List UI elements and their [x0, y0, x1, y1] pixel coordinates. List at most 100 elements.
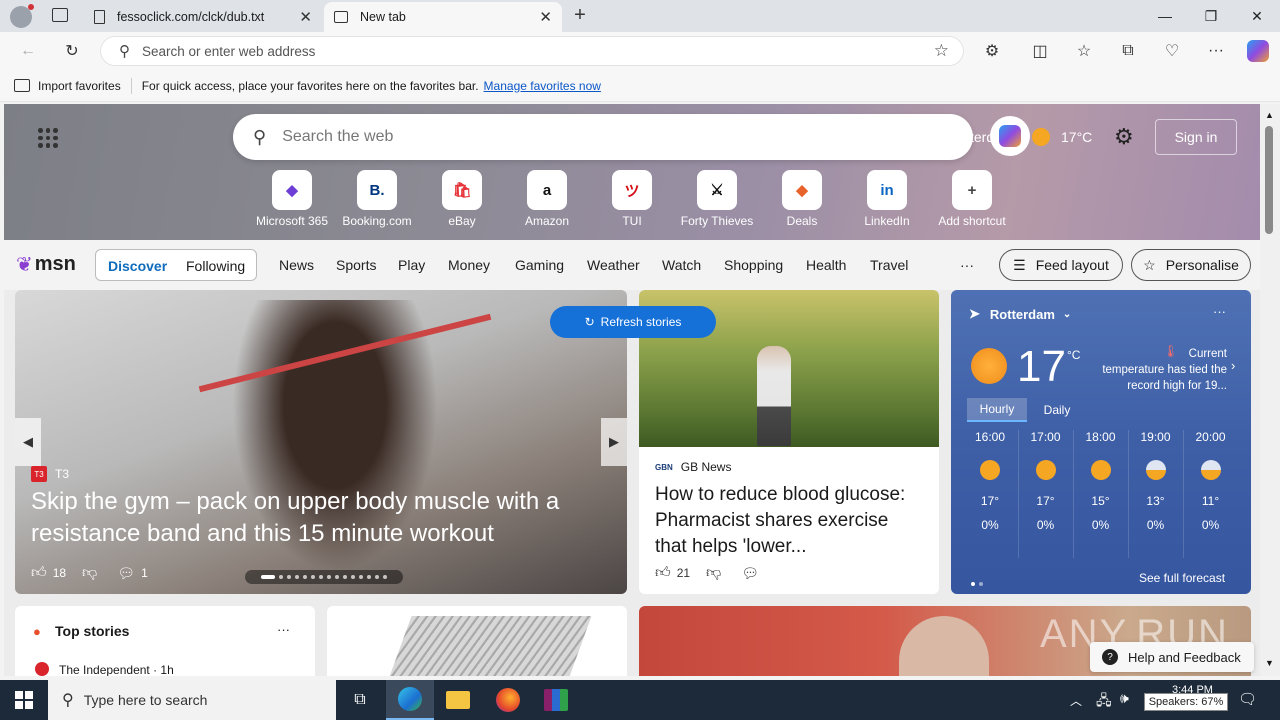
close-tab-icon[interactable]: ✕	[299, 8, 312, 26]
nav-watch[interactable]: Watch	[662, 257, 701, 273]
nav-more-icon[interactable]: ···	[960, 257, 974, 273]
hour-column[interactable]: 19:00 13° 0%	[1128, 430, 1182, 558]
weather-more-icon[interactable]: ···	[1213, 304, 1226, 319]
edge-taskbar-icon[interactable]	[386, 680, 434, 720]
winrar-icon[interactable]	[532, 680, 580, 720]
network-icon[interactable]: 🖧	[1096, 690, 1112, 714]
new-tab-button[interactable]: +	[568, 4, 592, 28]
tab-fessoclick[interactable]: fessoclick.com/clck/dub.txt ✕	[84, 2, 322, 32]
shortcut-forty-thieves[interactable]: ⚔ Forty Thieves	[675, 170, 759, 228]
carousel-next-button[interactable]: ▶	[601, 418, 627, 466]
hour-column[interactable]: 16:00 17° 0%	[963, 430, 1017, 558]
manage-favorites-link[interactable]: Manage favorites now	[484, 79, 601, 93]
story-headline[interactable]: Skip the gym – pack on upper body muscle…	[31, 486, 591, 550]
like-icon[interactable]: 👍︎	[31, 564, 47, 582]
start-button[interactable]	[0, 680, 48, 720]
scroll-thumb[interactable]	[1265, 126, 1273, 234]
close-window-button[interactable]: ✕	[1234, 0, 1280, 32]
file-explorer-icon[interactable]	[434, 680, 482, 720]
copilot-icon[interactable]	[1244, 38, 1272, 64]
heatsink-story-card[interactable]	[327, 606, 627, 676]
hour-column[interactable]: 18:00 15° 0%	[1073, 430, 1127, 558]
volume-icon[interactable]: 🕪	[1120, 690, 1129, 707]
location-row[interactable]: ➤ Rotterdam ⌄	[969, 306, 1071, 322]
more-menu-icon[interactable]: ···	[1202, 38, 1230, 64]
shortcut-microsoft-365[interactable]: ◆ Microsoft 365	[250, 170, 334, 228]
back-icon[interactable]: ←	[14, 38, 42, 64]
shortcut-linkedin[interactable]: in LinkedIn	[845, 170, 929, 228]
show-hidden-icons[interactable]: ︿	[1070, 692, 1082, 709]
nav-gaming[interactable]: Gaming	[515, 257, 564, 273]
firefox-icon[interactable]	[484, 680, 532, 720]
scroll-up-icon[interactable]: ▲	[1265, 110, 1274, 120]
tab-hourly[interactable]: Hourly	[967, 398, 1027, 422]
msn-logo[interactable]: ❦ msn	[16, 252, 76, 277]
tab-daily[interactable]: Daily	[1027, 398, 1087, 422]
feed-layout-button[interactable]: ☰ Feed layout	[999, 249, 1123, 281]
sign-in-button[interactable]: Sign in	[1155, 119, 1237, 155]
scroll-down-icon[interactable]: ▼	[1265, 658, 1274, 668]
chevron-right-icon[interactable]: ›	[1231, 358, 1235, 373]
app-launcher-icon[interactable]	[38, 128, 58, 148]
nav-shopping[interactable]: Shopping	[724, 257, 783, 273]
favorite-star-icon[interactable]: ☆	[934, 41, 949, 61]
top-stories-more-icon[interactable]: ···	[277, 622, 290, 637]
shortcut-booking-com[interactable]: B. Booking.com	[335, 170, 419, 228]
tab-actions-icon[interactable]	[52, 8, 68, 22]
copilot-icon[interactable]	[990, 116, 1030, 156]
nav-play[interactable]: Play	[398, 257, 425, 273]
see-full-forecast-link[interactable]: See full forecast	[1139, 571, 1225, 585]
taskbar-search-box[interactable]: ⚲ Type here to search	[48, 680, 336, 720]
header-temperature[interactable]: 17°C	[1061, 129, 1092, 145]
refresh-stories-button[interactable]: ↻ Refresh stories	[550, 306, 716, 338]
nav-money[interactable]: Money	[448, 257, 490, 273]
extensions-icon[interactable]: ⚙	[978, 38, 1006, 64]
dislike-icon[interactable]: 👎︎	[706, 564, 721, 582]
collections-icon[interactable]: ⧉	[1114, 38, 1142, 64]
web-search-box[interactable]: ⚲ Search the web	[233, 114, 973, 160]
import-favorites-button[interactable]: Import favorites	[38, 79, 121, 93]
nav-sports[interactable]: Sports	[336, 257, 376, 273]
tab-new-tab[interactable]: New tab ✕	[324, 2, 562, 32]
notifications-icon[interactable]: 🗨︎	[1238, 690, 1257, 708]
minimize-button[interactable]: —	[1142, 0, 1188, 32]
hour-column[interactable]: 20:00 11° 0%	[1183, 430, 1237, 558]
carousel-pager[interactable]	[245, 570, 403, 584]
news-headline[interactable]: How to reduce blood glucose: Pharmacist …	[655, 482, 925, 560]
reload-icon[interactable]: ↻	[58, 38, 86, 64]
feature-story-card[interactable]: ◀ ▶ T3 T3 Skip the gym – pack on upper b…	[15, 290, 627, 594]
nav-health[interactable]: Health	[806, 257, 846, 273]
favorites-icon[interactable]: ☆	[1070, 38, 1098, 64]
close-tab-icon[interactable]: ✕	[539, 8, 552, 26]
nav-news[interactable]: News	[279, 257, 314, 273]
address-bar[interactable]: ⚲ Search or enter web address ☆	[100, 36, 964, 66]
page-scrollbar[interactable]: ▲ ▼	[1260, 104, 1280, 676]
hour-column[interactable]: 17:00 17° 0%	[1018, 430, 1072, 558]
personalise-button[interactable]: ☆ Personalise	[1131, 249, 1251, 281]
like-icon[interactable]: 👍︎	[655, 564, 671, 582]
top-stories-title[interactable]: Top stories	[55, 623, 129, 639]
nav-weather[interactable]: Weather	[587, 257, 640, 273]
shortcut-amazon[interactable]: a Amazon	[505, 170, 589, 228]
browser-essentials-icon[interactable]: ♡	[1158, 38, 1186, 64]
tab-following[interactable]: Following	[186, 258, 245, 274]
tab-discover[interactable]: Discover	[108, 258, 167, 274]
restore-button[interactable]: ❐	[1188, 0, 1234, 32]
help-and-feedback-button[interactable]: ? Help and Feedback	[1090, 642, 1254, 672]
task-view-icon[interactable]: ⧉	[336, 680, 384, 720]
dislike-icon[interactable]: 👎︎	[82, 564, 97, 582]
weather-card[interactable]: ➤ Rotterdam ⌄ ··· 17 °C 🌡︎ Current tempe…	[951, 290, 1251, 594]
nav-travel[interactable]: Travel	[870, 257, 908, 273]
weather-alert[interactable]: Current temperature has tied the record …	[1101, 346, 1227, 394]
shortcut-add-shortcut[interactable]: + Add shortcut	[930, 170, 1014, 228]
shortcut-deals[interactable]: ◆ Deals	[760, 170, 844, 228]
shortcut-ebay[interactable]: 🛍 eBay	[420, 170, 504, 228]
weather-pager[interactable]	[969, 574, 985, 589]
import-favorites-icon[interactable]	[14, 79, 30, 92]
comment-icon[interactable]: 💬︎	[117, 565, 135, 582]
settings-gear-icon[interactable]: ⚙	[1114, 124, 1134, 150]
shortcut-tui[interactable]: ツ TUI	[590, 170, 674, 228]
split-screen-icon[interactable]: ◫	[1026, 38, 1054, 64]
comment-icon[interactable]: 💬︎	[741, 565, 759, 582]
carousel-prev-button[interactable]: ◀	[15, 418, 41, 466]
